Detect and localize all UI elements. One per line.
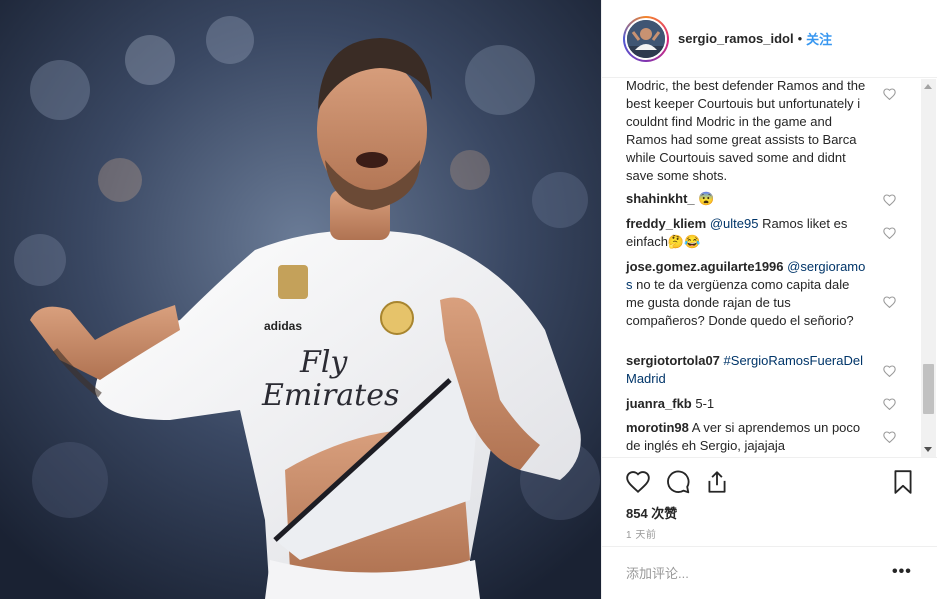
- post-side-panel: sergio_ramos_idol • 关注 Modric, the best …: [601, 0, 937, 599]
- bookmark-icon[interactable]: [890, 469, 916, 495]
- player-photo-illustration: Fly Emirates adidas: [0, 0, 601, 599]
- comment-like-heart-icon[interactable]: [883, 431, 896, 443]
- add-comment-bar: •••: [602, 546, 937, 599]
- comment-list: Modric, the best defender Ramos and the …: [602, 79, 937, 457]
- story-ring[interactable]: [623, 15, 669, 62]
- avatar-image: [627, 19, 665, 58]
- post-actions: 854 次赞 1 天前: [602, 457, 937, 545]
- comment-item: freddy_kliem @ulte95 Ramos liket es einf…: [626, 215, 871, 251]
- comment-item: Modric, the best defender Ramos and the …: [626, 79, 871, 185]
- svg-text:Emirates: Emirates: [261, 378, 399, 413]
- comment-text: 5-1: [695, 396, 715, 411]
- like-count[interactable]: 854 次赞: [626, 503, 677, 522]
- avatar[interactable]: [625, 17, 667, 60]
- comment-text: no te da vergüenza como capita dale me g…: [626, 277, 854, 328]
- share-icon[interactable]: [704, 469, 730, 495]
- comment-username[interactable]: jose.gomez.aguilarte1996: [626, 259, 784, 274]
- comment-username[interactable]: juanra_fkb: [626, 396, 692, 411]
- scroll-thumb[interactable]: [923, 364, 934, 414]
- comment-item: juanra_fkb 5-1: [626, 395, 871, 413]
- svg-text:Fly: Fly: [299, 345, 348, 380]
- scroll-down-arrow-icon[interactable]: [924, 447, 932, 452]
- comment-text: 😨: [698, 191, 715, 206]
- comment-like-heart-icon[interactable]: [883, 227, 896, 239]
- comment-like-heart-icon[interactable]: [883, 365, 896, 377]
- comment-username[interactable]: shahinkht_: [626, 191, 695, 206]
- comment-item: shahinkht_ 😨: [626, 190, 871, 208]
- comment-like-heart-icon[interactable]: [883, 296, 896, 308]
- comment-username[interactable]: freddy_kliem: [626, 216, 706, 231]
- comment-like-heart-icon[interactable]: [883, 88, 896, 100]
- svg-text:adidas: adidas: [264, 319, 302, 333]
- comment-item: jose.gomez.aguilarte1996 @sergioramos no…: [626, 258, 868, 330]
- post-timestamp[interactable]: 1 天前: [626, 526, 656, 541]
- like-heart-icon[interactable]: [625, 469, 651, 495]
- comment-text: Modric, the best defender Ramos and the …: [626, 79, 866, 183]
- comment-username[interactable]: sergiotortola07: [626, 353, 720, 368]
- comment-mention[interactable]: @ulte95: [710, 216, 759, 231]
- comment-item: sergiotortola07 #SergioRamosFueraDelMadr…: [626, 352, 866, 388]
- more-icon[interactable]: •••: [892, 563, 912, 581]
- comment-like-heart-icon[interactable]: [883, 398, 896, 410]
- post-header: sergio_ramos_idol • 关注: [602, 0, 937, 78]
- post-photo[interactable]: Fly Emirates adidas: [0, 0, 601, 599]
- comment-like-heart-icon[interactable]: [883, 194, 896, 206]
- comment-icon[interactable]: [665, 469, 691, 495]
- comment-scrollbar[interactable]: [921, 79, 936, 457]
- separator-dot: •: [797, 31, 803, 46]
- comment-input[interactable]: [626, 562, 876, 584]
- post-username[interactable]: sergio_ramos_idol: [678, 31, 794, 46]
- comment-username[interactable]: morotin98: [626, 420, 689, 435]
- follow-button[interactable]: 关注: [806, 29, 832, 48]
- scroll-up-arrow-icon[interactable]: [924, 84, 932, 89]
- comment-item: morotin98 A ver si aprendemos un poco de…: [626, 419, 871, 455]
